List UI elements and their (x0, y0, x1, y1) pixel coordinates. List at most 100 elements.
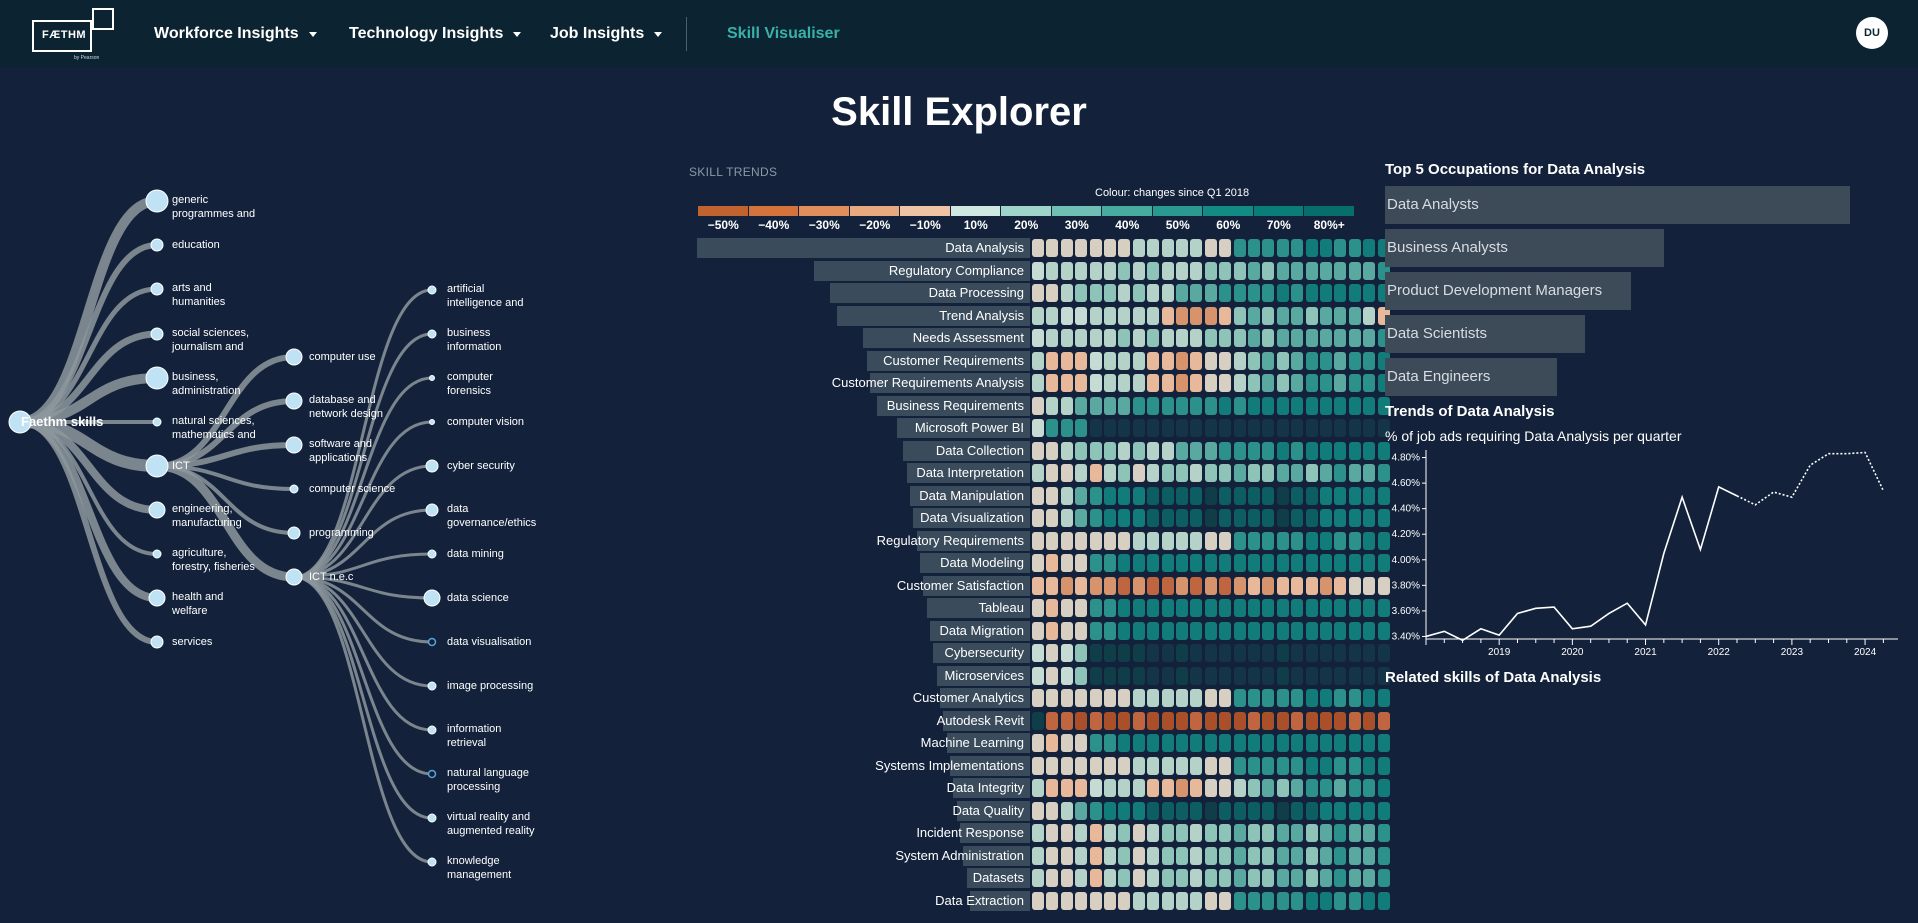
heatmap-cell[interactable] (1132, 891, 1145, 910)
tree-label-arts-and-humanities[interactable]: arts and humanities (172, 281, 225, 309)
heatmap-cell[interactable] (1060, 576, 1073, 595)
heatmap-cell[interactable] (1305, 441, 1318, 460)
heatmap-cell[interactable] (1219, 464, 1232, 482)
heatmap-cell[interactable] (1075, 396, 1088, 415)
heatmap-cell[interactable] (1104, 239, 1116, 257)
heatmap-cell[interactable] (1233, 306, 1246, 325)
heatmap-cell[interactable] (1334, 351, 1347, 370)
heatmap-cell[interactable] (1089, 891, 1102, 910)
heatmap-cell[interactable] (1132, 801, 1145, 820)
heatmap-cell[interactable] (1132, 351, 1145, 370)
heatmap-cell[interactable] (1161, 599, 1174, 617)
heatmap-cell[interactable] (1262, 554, 1275, 572)
heatmap-cell[interactable] (1132, 621, 1145, 640)
heatmap-cell[interactable] (1132, 239, 1145, 257)
tree-label-data-mining[interactable]: data mining (447, 547, 504, 561)
heatmap-cell[interactable] (1032, 486, 1044, 505)
heatmap-cell[interactable] (1204, 846, 1217, 865)
tree-label-services[interactable]: services (172, 635, 212, 649)
heatmap-cell[interactable] (1161, 666, 1174, 685)
heatmap-cell[interactable] (1161, 846, 1174, 865)
heatmap-cell[interactable] (1032, 779, 1044, 797)
heatmap-cell[interactable] (1089, 306, 1102, 325)
heatmap-cell[interactable] (1118, 329, 1131, 347)
heatmap-cell[interactable] (1262, 891, 1275, 910)
heatmap-cell[interactable] (1176, 576, 1188, 595)
heatmap-cell[interactable] (1190, 599, 1203, 617)
heatmap-cell[interactable] (1060, 239, 1073, 257)
heatmap-cell[interactable] (1233, 621, 1246, 640)
heatmap-cell[interactable] (1320, 464, 1332, 482)
heatmap-cell[interactable] (1233, 486, 1246, 505)
heatmap-cell[interactable] (1104, 734, 1116, 752)
heatmap-cell[interactable] (1276, 689, 1289, 707)
heatmap-cell[interactable] (1147, 869, 1160, 887)
heatmap-cell[interactable] (1161, 441, 1174, 460)
heatmap-cell[interactable] (1320, 891, 1332, 910)
user-avatar[interactable]: DU (1856, 17, 1888, 49)
heatmap-cell[interactable] (1118, 621, 1131, 640)
heatmap-cell[interactable] (1104, 284, 1116, 302)
heatmap-cell[interactable] (1132, 419, 1145, 437)
tree-label-engineering-manufacturing[interactable]: engineering, manufacturing (172, 502, 242, 530)
heatmap-cell[interactable] (1363, 261, 1376, 280)
heatmap-cell[interactable] (1104, 441, 1116, 460)
nav-skill-visualiser[interactable]: Skill Visualiser (727, 0, 840, 68)
heatmap-cell[interactable] (1276, 306, 1289, 325)
heatmap-cell[interactable] (1075, 531, 1088, 550)
heatmap-cell[interactable] (1233, 824, 1246, 842)
heatmap-cell[interactable] (1147, 329, 1160, 347)
tree-node-natural-language-processing[interactable] (427, 769, 437, 779)
heatmap-cell[interactable] (1032, 239, 1044, 257)
heatmap-cell[interactable] (1334, 711, 1347, 730)
heatmap-cell[interactable] (1320, 396, 1332, 415)
heatmap-cell[interactable] (1276, 734, 1289, 752)
heatmap-cell[interactable] (1248, 644, 1260, 662)
heatmap-cell[interactable] (1118, 779, 1131, 797)
heatmap-cell[interactable] (1363, 509, 1376, 527)
heatmap-cell[interactable] (1248, 351, 1260, 370)
heatmap-cell[interactable] (1060, 644, 1073, 662)
heatmap-cell[interactable] (1348, 756, 1361, 775)
heatmap-cell[interactable] (1262, 599, 1275, 617)
heatmap-cell[interactable] (1176, 374, 1188, 392)
heatmap-cell[interactable] (1118, 576, 1131, 595)
tree-label-health-and-welfare[interactable]: health and welfare (172, 590, 223, 618)
heatmap-cell[interactable] (1075, 621, 1088, 640)
heatmap-cell[interactable] (1305, 801, 1318, 820)
heatmap-cell[interactable] (1176, 261, 1188, 280)
heatmap-cell[interactable] (1118, 756, 1131, 775)
heatmap-cell[interactable] (1276, 869, 1289, 887)
heatmap-cell[interactable] (1276, 374, 1289, 392)
heatmap-cell[interactable] (1320, 531, 1332, 550)
heatmap-cell[interactable] (1305, 599, 1318, 617)
heatmap-cell[interactable] (1176, 531, 1188, 550)
heatmap-cell[interactable] (1363, 801, 1376, 820)
heatmap-cell[interactable] (1262, 441, 1275, 460)
heatmap-cell[interactable] (1147, 734, 1160, 752)
heatmap-cell[interactable] (1262, 284, 1275, 302)
heatmap-cell[interactable] (1190, 486, 1203, 505)
heatmap-cell[interactable] (1161, 509, 1174, 527)
tree-node-business-administration[interactable] (145, 366, 169, 390)
skill-name[interactable]: Data Collection (936, 443, 1024, 458)
tree-label-ict[interactable]: ICT (172, 459, 190, 473)
heatmap-cell[interactable] (1219, 441, 1232, 460)
heatmap-cell[interactable] (1320, 306, 1332, 325)
heatmap-cell[interactable] (1276, 441, 1289, 460)
heatmap-cell[interactable] (1060, 554, 1073, 572)
heatmap-cell[interactable] (1291, 824, 1304, 842)
heatmap-cell[interactable] (1147, 824, 1160, 842)
heatmap-cell[interactable] (1248, 554, 1260, 572)
heatmap-cell[interactable] (1262, 351, 1275, 370)
heatmap-cell[interactable] (1190, 396, 1203, 415)
heatmap-cell[interactable] (1032, 576, 1044, 595)
heatmap-cell[interactable] (1176, 486, 1188, 505)
heatmap-cell[interactable] (1060, 464, 1073, 482)
nav-job-insights[interactable]: Job Insights (550, 0, 663, 68)
heatmap-cell[interactable] (1046, 351, 1059, 370)
heatmap-cell[interactable] (1276, 396, 1289, 415)
heatmap-cell[interactable] (1190, 261, 1203, 280)
heatmap-cell[interactable] (1060, 891, 1073, 910)
heatmap-cell[interactable] (1132, 531, 1145, 550)
